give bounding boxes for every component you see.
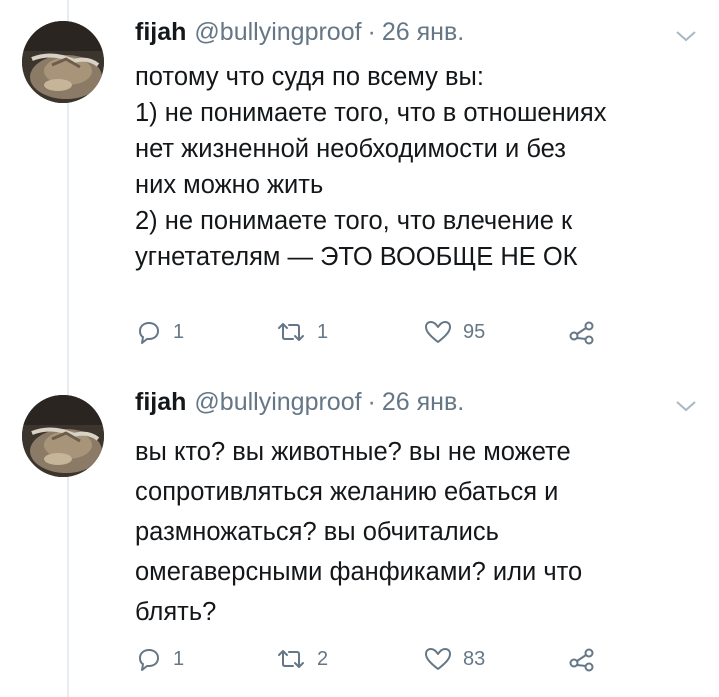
retweet-icon	[278, 323, 304, 341]
reply-icon	[139, 322, 159, 344]
like-button[interactable]: 83	[423, 645, 485, 673]
tweet-text-line: угнетателям — ЭТО ВООБЩЕ НЕ ОК	[135, 243, 578, 271]
author-name[interactable]: fijah	[135, 18, 186, 47]
retweet-count: 1	[317, 320, 329, 343]
heart-icon	[425, 648, 451, 670]
reply-count: 1	[173, 320, 185, 343]
avatar[interactable]	[22, 395, 104, 477]
tweet-date[interactable]: 26 янв.	[382, 18, 464, 47]
like-button[interactable]: 95	[423, 318, 485, 346]
author-name[interactable]: fijah	[135, 388, 186, 417]
reply-icon	[139, 649, 159, 671]
retweet-button[interactable]: 2	[275, 645, 328, 673]
thread-connector-line	[67, 0, 69, 697]
like-count: 95	[463, 320, 486, 343]
reply-count: 1	[173, 647, 185, 670]
tweet-text: потому что судя по всему вы: 1) не поним…	[135, 59, 695, 275]
share-icon	[569, 321, 594, 345]
chevron-down-icon[interactable]	[674, 28, 698, 44]
share-button[interactable]	[567, 645, 597, 673]
heart-icon	[425, 321, 451, 343]
tweet-header: fijah @bullyingproof · 26 янв.	[135, 18, 464, 54]
tweet-text-line: нет жизненной необходимости и без	[135, 135, 566, 163]
avatar[interactable]	[22, 21, 104, 103]
like-count: 83	[463, 647, 486, 670]
share-button[interactable]	[567, 318, 597, 346]
header-separator: ·	[367, 18, 376, 46]
tweet-date[interactable]: 26 янв.	[382, 388, 464, 417]
tweet-text-line: вы кто? вы животные? вы не можете	[135, 438, 571, 466]
tweet-text-line: них можно жить	[135, 171, 324, 199]
tweet-text-line: 1) не понимаете того, что в отношениях	[135, 99, 607, 127]
chevron-down-icon[interactable]	[674, 398, 698, 414]
tweet-actions: 1 1 95	[135, 318, 615, 350]
retweet-icon	[278, 650, 304, 668]
reply-button[interactable]: 1	[135, 645, 184, 673]
tweet-text-line: блять?	[135, 598, 217, 626]
tweet-actions: 1 2 83	[135, 645, 615, 677]
author-handle[interactable]: @bullyingproof	[194, 388, 361, 417]
tweet-text-line: 2) не понимаете того, что влечение к	[135, 207, 573, 235]
tweet-text-line: потому что судя по всему вы:	[135, 63, 484, 91]
reply-button[interactable]: 1	[135, 318, 184, 346]
tweet-text-line: размножаться? вы обчитались	[135, 518, 499, 546]
author-handle[interactable]: @bullyingproof	[194, 18, 361, 47]
retweet-button[interactable]: 1	[275, 318, 328, 346]
tweet-text: вы кто? вы животные? вы не можете сопрот…	[135, 432, 695, 632]
share-icon	[569, 648, 594, 672]
tweet-header: fijah @bullyingproof · 26 янв.	[135, 388, 464, 424]
header-separator: ·	[367, 388, 376, 416]
tweet-text-line: омегаверсными фанфиками? или что	[135, 558, 583, 586]
retweet-count: 2	[317, 647, 329, 670]
tweet-text-line: сопротивляться желанию ебаться и	[135, 478, 559, 506]
